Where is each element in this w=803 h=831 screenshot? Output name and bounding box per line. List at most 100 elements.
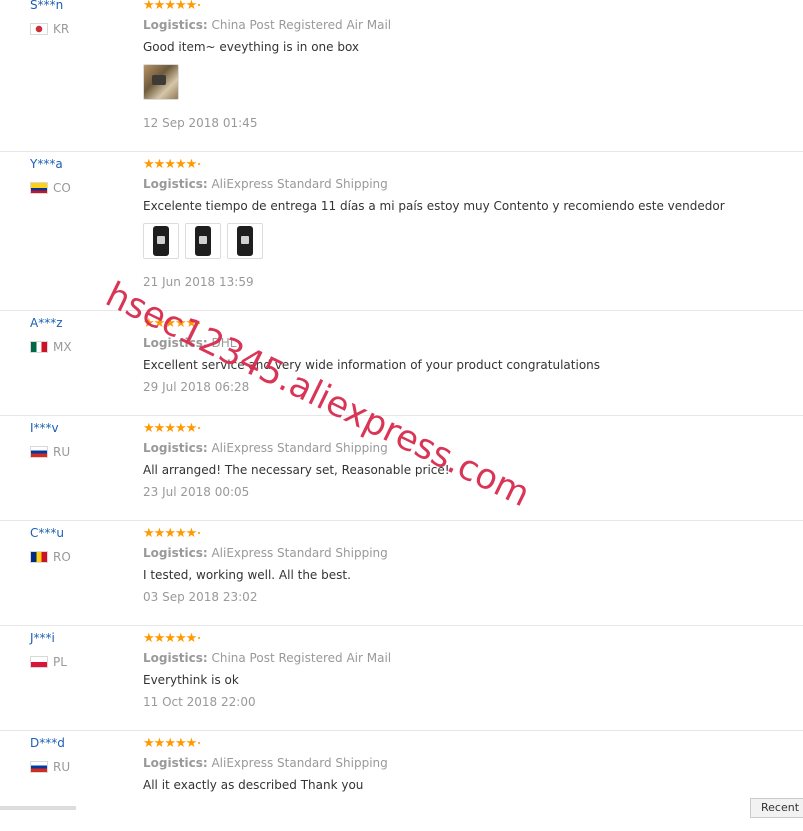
review-item: D***d RU ★ ★ ★ ★ ★ Logistics: AliExpress Standa… (0, 731, 803, 831)
star-icon: ★ (185, 525, 198, 541)
star-rating: ★ ★ ★ ★ ★ (143, 0, 783, 12)
buyer-country: MX (30, 340, 72, 354)
logistics-method: China Post Registered Air Mail (211, 651, 392, 665)
buyer-country: RO (30, 550, 71, 564)
star-rating: ★ ★ ★ ★ ★ (143, 526, 783, 540)
logistics-info: Logistics: China Post Registered Air Mai… (143, 651, 783, 665)
star-icon: ★ (153, 0, 166, 13)
review-item: C***u RO ★ ★ ★ ★ ★ Logistics: AliExpress Standa… (0, 521, 803, 626)
logistics-label: Logistics: (143, 651, 208, 665)
logistics-method: China Post Registered Air Mail (211, 18, 392, 32)
logistics-label: Logistics: (143, 546, 208, 560)
star-rating: ★ ★ ★ ★ ★ (143, 631, 783, 645)
star-icon: ★ (185, 0, 198, 13)
country-flag-icon (30, 182, 48, 194)
review-content: ★ ★ ★ ★ ★ Logistics: AliExpress Standard Ship… (143, 157, 783, 289)
star-icon: ★ (153, 735, 166, 751)
review-photos (143, 64, 783, 100)
country-code: RO (53, 550, 71, 564)
logistics-info: Logistics: China Post Registered Air Mai… (143, 18, 783, 32)
star-icon: ★ (143, 525, 155, 541)
star-rating-tail (198, 637, 201, 639)
logistics-method: AliExpress Standard Shipping (211, 546, 388, 560)
recent-tab[interactable]: Recent (750, 798, 803, 818)
buyer-name-link[interactable]: S***n (30, 0, 69, 12)
logistics-info: Logistics: AliExpress Standard Shipping (143, 546, 783, 560)
star-rating: ★ ★ ★ ★ ★ (143, 736, 783, 750)
review-photo-thumbnail[interactable] (143, 64, 179, 100)
review-photo-thumbnail[interactable] (185, 223, 221, 259)
country-flag-icon (30, 551, 48, 563)
logistics-label: Logistics: (143, 756, 208, 770)
review-text: Everythink is ok (143, 673, 239, 687)
buyer-info: A***z MX (30, 316, 72, 354)
star-rating: ★ ★ ★ ★ ★ (143, 316, 783, 330)
star-icon: ★ (164, 630, 176, 646)
star-icon: ★ (185, 420, 198, 436)
star-icon: ★ (174, 525, 187, 541)
review-photo-thumbnail[interactable] (227, 223, 263, 259)
star-icon: ★ (153, 156, 166, 172)
review-content: ★ ★ ★ ★ ★ Logistics: China Post Registered Ai… (143, 631, 783, 710)
star-icon: ★ (185, 156, 198, 172)
country-code: MX (53, 340, 72, 354)
star-rating-tail (198, 163, 201, 165)
buyer-name-link[interactable]: D***d (30, 736, 70, 750)
review-photos (143, 223, 783, 259)
buyer-info: Y***a CO (30, 157, 71, 195)
review-photo-thumbnail[interactable] (143, 223, 179, 259)
logistics-method: AliExpress Standard Shipping (211, 177, 388, 191)
star-icon: ★ (185, 735, 198, 751)
star-icon: ★ (143, 735, 155, 751)
star-icon: ★ (185, 630, 198, 646)
star-icon: ★ (164, 420, 176, 436)
star-icon: ★ (153, 525, 166, 541)
buyer-info: J***i PL (30, 631, 67, 669)
buyer-country: RU (30, 760, 70, 774)
country-flag-icon (30, 656, 48, 668)
review-date: 03 Sep 2018 23:02 (143, 590, 258, 604)
buyer-country: PL (30, 655, 67, 669)
star-icon: ★ (143, 156, 155, 172)
country-code: PL (53, 655, 67, 669)
buyer-info: I***v RU (30, 421, 70, 459)
review-content: ★ ★ ★ ★ ★ Logistics: AliExpress Standard Ship… (143, 526, 783, 605)
star-rating: ★ ★ ★ ★ ★ (143, 421, 783, 435)
buyer-info: D***d RU (30, 736, 70, 774)
buyer-name-link[interactable]: A***z (30, 316, 72, 330)
buyer-info: C***u RO (30, 526, 71, 564)
buyer-name-link[interactable]: J***i (30, 631, 67, 645)
country-flag-icon (30, 23, 48, 35)
buyer-country: RU (30, 445, 70, 459)
review-content: ★ ★ ★ ★ ★ Logistics: AliExpress Standard Ship… (143, 736, 783, 800)
review-text: Excelente tiempo de entrega 11 días a mi… (143, 199, 725, 213)
review-content: ★ ★ ★ ★ ★ Logistics: China Post Registered Ai… (143, 0, 783, 130)
country-flag-icon (30, 446, 48, 458)
review-item: S***n KR ★ ★ ★ ★ ★ Logistics: China Post Regist… (0, 0, 803, 152)
star-icon: ★ (174, 420, 187, 436)
star-icon: ★ (174, 0, 187, 13)
star-icon: ★ (153, 630, 166, 646)
logistics-method: AliExpress Standard Shipping (211, 756, 388, 770)
buyer-name-link[interactable]: Y***a (30, 157, 71, 171)
buyer-name-link[interactable]: C***u (30, 526, 71, 540)
review-date: 11 Oct 2018 22:00 (143, 695, 256, 709)
country-code: CO (53, 181, 71, 195)
country-flag-icon (30, 761, 48, 773)
star-icon: ★ (153, 420, 166, 436)
logistics-label: Logistics: (143, 177, 208, 191)
review-item: J***i PL ★ ★ ★ ★ ★ Logistics: China Post Regist… (0, 626, 803, 731)
star-icon: ★ (164, 735, 176, 751)
buyer-info: S***n KR (30, 0, 69, 36)
star-icon: ★ (164, 156, 176, 172)
country-code: RU (53, 445, 71, 459)
horizontal-scrollbar[interactable] (0, 806, 76, 810)
buyer-name-link[interactable]: I***v (30, 421, 70, 435)
star-rating-tail (198, 4, 201, 6)
star-rating-tail (198, 427, 201, 429)
review-text: I tested, working well. All the best. (143, 568, 351, 582)
logistics-method: AliExpress Standard Shipping (211, 441, 388, 455)
logistics-info: Logistics: AliExpress Standard Shipping (143, 756, 783, 770)
review-text: All it exactly as described Thank you (143, 778, 364, 792)
logistics-info: Logistics: AliExpress Standard Shipping (143, 177, 783, 191)
